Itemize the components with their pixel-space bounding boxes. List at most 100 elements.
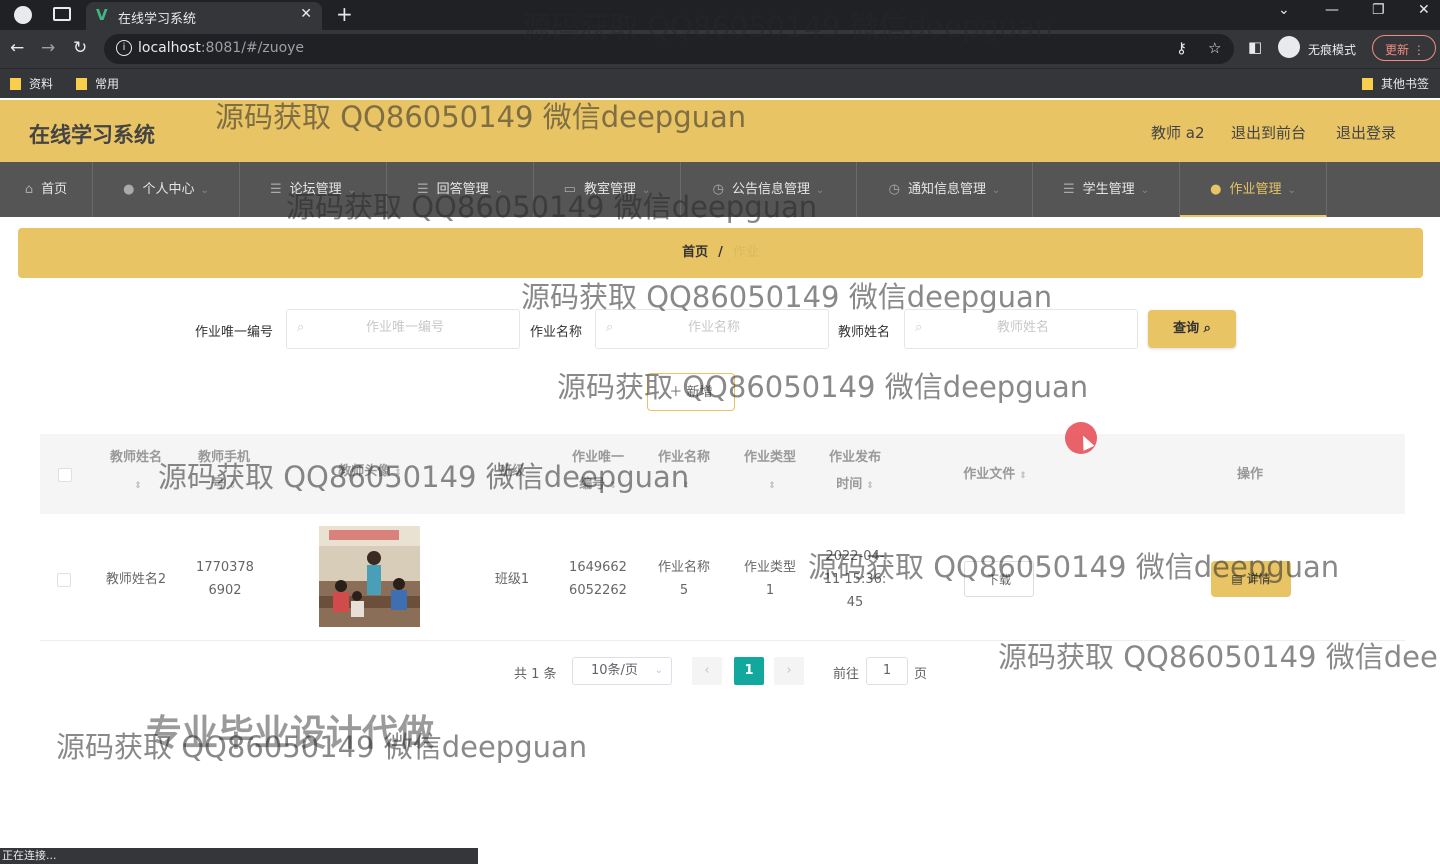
page-suffix: 页: [914, 667, 928, 682]
watermark-text: 源码获取 QQ86050149 微信deepguan: [808, 550, 1340, 584]
th-hw-type[interactable]: 作业类型 ⇕: [734, 444, 806, 500]
app-title: 在线学习系统: [29, 123, 155, 147]
user-icon: ●: [1210, 182, 1222, 197]
th-operations: 操作: [1236, 467, 1263, 482]
bookmark-folder-changyong[interactable]: 常用: [76, 75, 119, 92]
search-input-hw-id[interactable]: ⌕: [286, 309, 520, 349]
home-icon: ⌂: [24, 182, 34, 197]
sort-icon[interactable]: ⇕: [1019, 471, 1027, 481]
browser-tab[interactable]: V 在线学习系统 ✕: [86, 2, 322, 30]
cell-hw-name: 作业名称 5: [657, 560, 710, 598]
breadcrumb-current: 作业: [732, 245, 759, 260]
logout-link[interactable]: 退出登录: [1336, 122, 1396, 143]
cell-teacher-phone: 1770378 6902: [196, 560, 254, 598]
browser-profile-icon[interactable]: [14, 6, 32, 24]
new-tab-icon[interactable]: +: [336, 2, 353, 26]
prev-page-button[interactable]: ‹: [692, 657, 722, 685]
row-checkbox[interactable]: [57, 573, 71, 587]
hw-id-field[interactable]: [315, 320, 495, 335]
pagination-total: 共 1 条: [514, 667, 557, 682]
key-icon[interactable]: ⚷: [1176, 39, 1187, 57]
watermark-text: 源码获取 QQ86050149 微信deepguan: [215, 100, 747, 134]
query-button[interactable]: 查询 ⌕: [1148, 310, 1236, 348]
current-user: 教师 a2: [1151, 124, 1205, 142]
sort-icon[interactable]: ⇕: [134, 481, 142, 491]
tab-title: 在线学习系统: [118, 12, 197, 27]
select-all-checkbox[interactable]: [58, 468, 72, 482]
site-info-icon[interactable]: i: [116, 40, 132, 56]
bookmark-folder-ziliao[interactable]: 资料: [10, 75, 53, 92]
watermark-text: 源码获取 QQ86050149 微信deepguan: [158, 460, 690, 494]
forward-icon[interactable]: →: [41, 38, 55, 58]
minimize-icon[interactable]: —: [1325, 2, 1339, 18]
th-hw-time[interactable]: 作业发布 时间 ⇕: [819, 444, 891, 500]
breadcrumb-home[interactable]: 首页: [682, 245, 708, 260]
incognito-label: 无痕模式: [1308, 43, 1357, 57]
nav-item-students[interactable]: ☰ 学生管理 ⌄: [1033, 162, 1180, 217]
restore-icon[interactable]: ❐: [1372, 2, 1385, 18]
cell-hw-type: 作业类型 1: [743, 560, 796, 598]
watermark-text: 源码获取 QQ86050149 微信deepguan: [56, 730, 588, 764]
page-size-select[interactable]: 10条/页 ⌄: [572, 657, 672, 685]
cell-teacher-name: 教师姓名2: [105, 572, 167, 587]
browser-status-bar: 正在连接...: [0, 848, 478, 864]
goto-label: 前往: [833, 667, 860, 682]
nav-item-notifications[interactable]: ◷ 通知信息管理 ⌄: [857, 162, 1033, 217]
folder-icon: [1362, 78, 1373, 90]
cell-hw-id: 1649662 6052262: [569, 560, 627, 598]
nav-item-homework[interactable]: ● 作业管理 ⌄: [1180, 162, 1327, 217]
other-bookmarks[interactable]: 其他书签: [1362, 75, 1429, 92]
sort-icon[interactable]: ⇕: [768, 481, 776, 491]
bookmark-star-icon[interactable]: ☆: [1208, 39, 1221, 57]
back-to-front-link[interactable]: 退出到前台: [1231, 122, 1306, 143]
chevron-down-icon: ⌄: [991, 185, 1001, 196]
update-button[interactable]: 更新 ⋮: [1372, 35, 1436, 61]
search-icon: ⌕: [915, 320, 923, 335]
tab-search-icon[interactable]: [53, 7, 71, 21]
url-text: localhost:8081/#/zuoye: [138, 40, 305, 56]
search-label-teacher: 教师姓名: [838, 325, 891, 340]
user-icon: ●: [123, 182, 135, 197]
nav-item-home[interactable]: ⌂ 首页: [0, 162, 93, 217]
search-label-hw-name: 作业名称: [530, 325, 583, 340]
tab-close-icon[interactable]: ✕: [300, 6, 312, 22]
nav-item-personal[interactable]: ● 个人中心 ⌄: [93, 162, 240, 217]
watermark-text: 源码获取 QQ86050149 微信deepguan: [557, 370, 1089, 404]
sidepanel-icon[interactable]: ◧: [1248, 38, 1262, 56]
watermark-text: 源码获取 QQ86050149 微信deepguan: [521, 280, 1053, 314]
chevron-down-icon: ⌄: [1140, 185, 1150, 196]
chevron-down-icon: ⌄: [1287, 185, 1296, 196]
page-number-current[interactable]: 1: [734, 657, 764, 685]
sort-icon[interactable]: ⇕: [866, 481, 874, 491]
search-label-hw-id: 作业唯一编号: [195, 325, 274, 340]
teacher-photo[interactable]: [319, 526, 420, 627]
search-icon: ⌕: [297, 320, 305, 335]
folder-icon: [10, 78, 21, 90]
teacher-name-field[interactable]: [933, 320, 1113, 335]
hw-name-field[interactable]: [624, 320, 804, 335]
watermark-text: 源码获取 QQ86050149 微信dee: [998, 640, 1438, 674]
list-icon: ☰: [269, 182, 282, 197]
breadcrumb: 首页 / 作业: [18, 228, 1423, 278]
breadcrumb-separator: /: [718, 245, 723, 260]
folder-icon: [76, 78, 87, 90]
chevron-down-icon: ⌄: [815, 185, 825, 196]
chevron-down-icon: ⌄: [654, 665, 663, 676]
search-icon: ⌕: [1203, 321, 1211, 336]
back-icon[interactable]: ←: [10, 38, 24, 58]
vue-favicon-icon: V: [96, 6, 108, 24]
watermark-text: 源码获取 QQ86050149 微信deepguan: [522, 10, 1054, 44]
search-icon: ⌕: [606, 320, 614, 335]
next-page-button[interactable]: ›: [774, 657, 804, 685]
tab-list-icon[interactable]: ⌄: [1278, 2, 1290, 18]
cell-class: 班级1: [494, 572, 530, 587]
chevron-down-icon: ⌄: [200, 185, 209, 196]
reload-icon[interactable]: ↻: [73, 38, 87, 58]
goto-page-input[interactable]: 1: [866, 657, 908, 685]
clock-icon: ◷: [888, 182, 900, 197]
watermark-text: 源码获取 QQ86050149 微信deepguan: [286, 190, 818, 224]
close-window-icon[interactable]: ✕: [1418, 2, 1430, 18]
th-hw-file[interactable]: 作业文件 ⇕: [950, 461, 1040, 490]
incognito-icon[interactable]: [1278, 36, 1300, 58]
list-icon: ☰: [1062, 182, 1075, 197]
